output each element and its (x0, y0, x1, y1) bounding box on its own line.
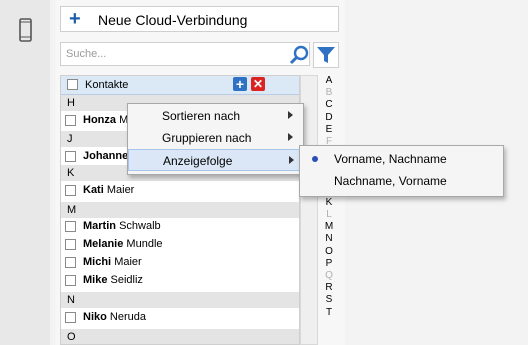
select-all-checkbox[interactable] (67, 79, 78, 90)
menu-item-group-by[interactable]: Gruppieren nach (128, 127, 303, 149)
alphabet-letter[interactable]: T (322, 307, 336, 319)
submenu-item-last-first[interactable]: Nachname, Vorname (300, 170, 503, 192)
menu-item-label: Gruppieren nach (162, 131, 252, 145)
alphabet-letter[interactable]: S (322, 294, 336, 306)
display-order-submenu: Vorname, Nachname Nachname, Vorname (299, 145, 504, 197)
row-checkbox[interactable] (65, 115, 76, 126)
group-letter: O (67, 331, 76, 343)
list-item[interactable]: Kati Maier (61, 181, 299, 199)
contact-name: Melanie Mundle (83, 238, 163, 250)
submenu-arrow-icon (288, 111, 293, 119)
contact-name: Mike Seidliz (83, 274, 143, 286)
group-letter: H (67, 97, 75, 109)
group-header: O (61, 329, 299, 344)
list-item[interactable]: Mike Seidliz (61, 271, 299, 289)
list-item[interactable]: Martin Schwalb (61, 217, 299, 235)
group-letter: M (67, 204, 77, 216)
alphabet-letter[interactable]: B (322, 87, 336, 99)
contact-name: Michi Maier (83, 256, 142, 268)
new-cloud-connection-button[interactable]: + Neue Cloud-Verbindung (60, 6, 339, 32)
filter-button[interactable] (313, 42, 339, 68)
menu-item-sort-by[interactable]: Sortieren nach (128, 105, 303, 127)
group-letter: K (67, 167, 75, 179)
submenu-item-label: Vorname, Nachname (334, 152, 447, 166)
menu-item-label: Anzeigefolge (163, 154, 233, 168)
row-checkbox[interactable] (65, 275, 76, 286)
group-letter: N (67, 294, 75, 306)
submenu-item-first-last[interactable]: Vorname, Nachname (300, 148, 503, 170)
alphabet-letter[interactable]: D (322, 112, 336, 124)
plus-icon: + (69, 8, 81, 30)
row-checkbox[interactable] (65, 221, 76, 232)
list-item[interactable]: Niko Neruda (61, 308, 299, 326)
alphabet-letter[interactable]: E (322, 124, 336, 136)
contacts-header-label: Kontakte (85, 79, 129, 91)
list-item[interactable]: Michi Maier (61, 253, 299, 271)
alphabet-letter[interactable]: C (322, 99, 336, 111)
row-checkbox[interactable] (65, 151, 76, 162)
alphabet-letter[interactable]: M (322, 221, 336, 233)
row-checkbox[interactable] (65, 185, 76, 196)
add-contact-button[interactable]: + (233, 77, 247, 91)
contacts-header: Kontakte + ✕ (61, 76, 299, 95)
context-menu: Sortieren nach Gruppieren nach Anzeigefo… (127, 103, 304, 175)
alphabet-letter[interactable]: L (322, 209, 336, 221)
row-checkbox[interactable] (65, 239, 76, 250)
row-checkbox[interactable] (65, 257, 76, 268)
contact-name: Kati Maier (83, 184, 135, 196)
list-item[interactable]: Melanie Mundle (61, 235, 299, 253)
menu-item-display-order[interactable]: Anzeigefolge (128, 149, 303, 171)
left-rail (0, 0, 50, 345)
group-header: M (61, 202, 299, 218)
search-placeholder: Suche... (66, 48, 107, 60)
alphabet-letter[interactable]: P (322, 258, 336, 270)
alphabet-letter[interactable]: R (322, 282, 336, 294)
search-icon[interactable] (289, 45, 309, 65)
selected-radio-icon (312, 156, 318, 162)
row-checkbox[interactable] (65, 312, 76, 323)
submenu-arrow-icon (288, 133, 293, 141)
contact-name: Johanne (83, 150, 129, 162)
phone-icon[interactable] (19, 18, 32, 42)
delete-contact-button[interactable]: ✕ (251, 77, 265, 91)
alphabet-letter[interactable]: N (322, 233, 336, 245)
submenu-item-label: Nachname, Vorname (334, 174, 447, 188)
submenu-arrow-icon (289, 156, 294, 164)
filter-icon (317, 47, 335, 63)
alphabet-letter[interactable]: K (322, 197, 336, 209)
contact-name: Honza M (83, 114, 129, 126)
menu-item-label: Sortieren nach (162, 109, 241, 123)
contact-name: Niko Neruda (83, 311, 146, 323)
alphabet-letter[interactable]: O (322, 246, 336, 258)
alphabet-letter[interactable]: Q (322, 270, 336, 282)
contact-name: Martin Schwalb (83, 220, 161, 232)
group-header: N (61, 292, 299, 308)
group-letter: J (67, 133, 73, 145)
search-input[interactable]: Suche... (60, 42, 310, 66)
alphabet-letter[interactable]: A (322, 75, 336, 87)
new-cloud-connection-label: Neue Cloud-Verbindung (98, 12, 248, 28)
